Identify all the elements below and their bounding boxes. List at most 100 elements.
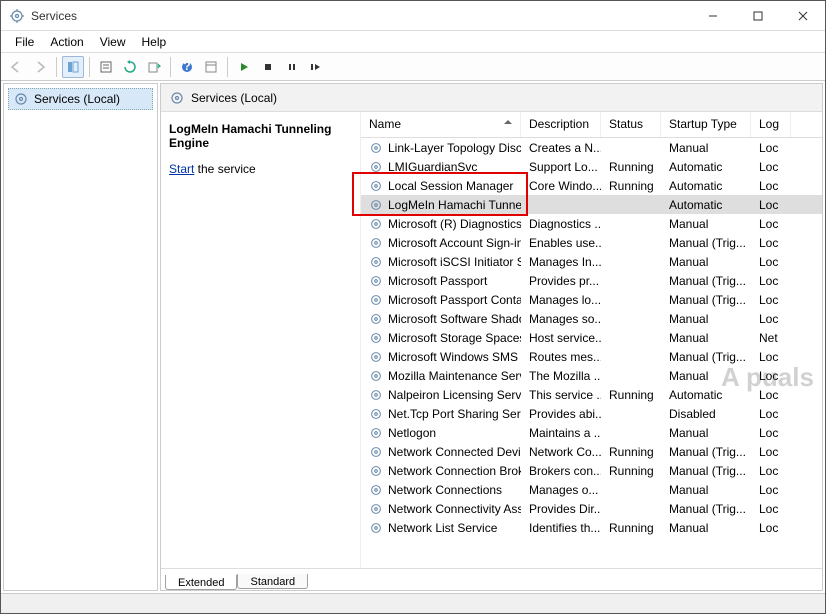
service-desc: Diagnostics ... xyxy=(521,216,601,232)
table-row[interactable]: LMIGuardianSvcSupport Lo...RunningAutoma… xyxy=(361,157,822,176)
start-service-button[interactable] xyxy=(233,56,255,78)
service-logon: Loc xyxy=(751,520,791,536)
gear-icon xyxy=(369,350,383,364)
toolbar-separator xyxy=(227,57,228,77)
service-name: Microsoft Software Shadow... xyxy=(388,312,521,326)
service-name: Network Connected Device... xyxy=(388,445,521,459)
table-row[interactable]: Microsoft Account Sign-in ...Enables use… xyxy=(361,233,822,252)
tab-standard[interactable]: Standard xyxy=(237,574,308,589)
service-startup: Manual (Trig... xyxy=(661,273,751,289)
restart-service-button[interactable] xyxy=(305,56,327,78)
table-row[interactable]: Microsoft PassportProvides pr...Manual (… xyxy=(361,271,822,290)
gear-icon xyxy=(369,198,383,212)
service-name: Network List Service xyxy=(388,521,497,535)
nav-services-local[interactable]: Services (Local) xyxy=(8,88,153,110)
service-status xyxy=(601,242,661,244)
table-row[interactable]: NetlogonMaintains a ...ManualLoc xyxy=(361,423,822,442)
close-button[interactable] xyxy=(780,1,825,30)
service-desc: Manages o... xyxy=(521,482,601,498)
show-hide-tree-button[interactable] xyxy=(62,56,84,78)
service-logon: Loc xyxy=(751,368,791,384)
service-status xyxy=(601,204,661,206)
menu-view[interactable]: View xyxy=(92,33,134,51)
service-logon: Net xyxy=(751,330,791,346)
table-row[interactable]: Local Session ManagerCore Windo...Runnin… xyxy=(361,176,822,195)
toolbar-separator xyxy=(170,57,171,77)
toolbar-separator xyxy=(89,57,90,77)
service-name: LMIGuardianSvc xyxy=(388,160,477,174)
properties-button[interactable] xyxy=(95,56,117,78)
gear-icon xyxy=(369,141,383,155)
gear-icon xyxy=(369,464,383,478)
table-row[interactable]: Microsoft iSCSI Initiator Ser...Manages … xyxy=(361,252,822,271)
service-logon: Loc xyxy=(751,140,791,156)
help-button[interactable]: ? xyxy=(176,56,198,78)
gear-icon xyxy=(369,445,383,459)
table-row[interactable]: Microsoft (R) Diagnostics H...Diagnostic… xyxy=(361,214,822,233)
table-row[interactable]: Net.Tcp Port Sharing ServiceProvides abi… xyxy=(361,404,822,423)
minimize-button[interactable] xyxy=(690,1,735,30)
refresh-button[interactable] xyxy=(119,56,141,78)
service-name: Nalpeiron Licensing Service xyxy=(388,388,521,402)
service-startup: Manual xyxy=(661,425,751,441)
col-description[interactable]: Description xyxy=(521,112,601,137)
window-title: Services xyxy=(31,9,690,23)
menu-action[interactable]: Action xyxy=(42,33,91,51)
service-status xyxy=(601,318,661,320)
service-status xyxy=(601,337,661,339)
service-status: Running xyxy=(601,520,661,536)
service-desc: The Mozilla ... xyxy=(521,368,601,384)
table-row[interactable]: Network Connection BrokerBrokers con...R… xyxy=(361,461,822,480)
service-status xyxy=(601,299,661,301)
service-desc: Core Windo... xyxy=(521,178,601,194)
table-row[interactable]: Network ConnectionsManages o...ManualLoc xyxy=(361,480,822,499)
table-row[interactable]: Microsoft Software Shadow...Manages so..… xyxy=(361,309,822,328)
table-row[interactable]: Network List ServiceIdentifies th...Runn… xyxy=(361,518,822,537)
col-startup[interactable]: Startup Type xyxy=(661,112,751,137)
service-desc: Provides pr... xyxy=(521,273,601,289)
table-row[interactable]: Network Connectivity Assis...Provides Di… xyxy=(361,499,822,518)
service-logon: Loc xyxy=(751,463,791,479)
service-name: Local Session Manager xyxy=(388,179,513,193)
gear-icon xyxy=(369,312,383,326)
back-button[interactable] xyxy=(5,56,27,78)
table-row[interactable]: Nalpeiron Licensing ServiceThis service … xyxy=(361,385,822,404)
tab-extended[interactable]: Extended xyxy=(165,575,237,590)
table-row[interactable]: Link-Layer Topology Discov...Creates a N… xyxy=(361,138,822,157)
service-startup: Manual (Trig... xyxy=(661,501,751,517)
service-status xyxy=(601,508,661,510)
titlebar: Services xyxy=(1,1,825,31)
service-desc xyxy=(521,204,601,206)
forward-button[interactable] xyxy=(29,56,51,78)
col-logon[interactable]: Log xyxy=(751,112,791,137)
service-startup: Automatic xyxy=(661,178,751,194)
table-row[interactable]: LogMeIn Hamachi Tunneli...AutomaticLoc xyxy=(361,195,822,214)
gear-icon xyxy=(369,217,383,231)
table-row[interactable]: Network Connected Device...Network Co...… xyxy=(361,442,822,461)
table-row[interactable]: Microsoft Storage Spaces S...Host servic… xyxy=(361,328,822,347)
table-row[interactable]: Mozilla Maintenance ServiceThe Mozilla .… xyxy=(361,366,822,385)
service-desc: Enables use... xyxy=(521,235,601,251)
gear-icon xyxy=(369,369,383,383)
service-status xyxy=(601,489,661,491)
gear-icon xyxy=(13,91,29,107)
table-row[interactable]: Microsoft Windows SMS Ro...Routes mes...… xyxy=(361,347,822,366)
menu-help[interactable]: Help xyxy=(134,33,175,51)
maximize-button[interactable] xyxy=(735,1,780,30)
col-name[interactable]: Name xyxy=(361,112,521,137)
service-name: Network Connection Broker xyxy=(388,464,521,478)
columns-button[interactable] xyxy=(200,56,222,78)
selected-service-name: LogMeIn Hamachi Tunneling Engine xyxy=(169,122,352,150)
pause-service-button[interactable] xyxy=(281,56,303,78)
col-status[interactable]: Status xyxy=(601,112,661,137)
start-link[interactable]: Start xyxy=(169,162,194,176)
service-logon: Loc xyxy=(751,197,791,213)
table-row[interactable]: Microsoft Passport ContainerManages lo..… xyxy=(361,290,822,309)
menu-file[interactable]: File xyxy=(7,33,42,51)
list-rows[interactable]: Link-Layer Topology Discov...Creates a N… xyxy=(361,138,822,568)
stop-service-button[interactable] xyxy=(257,56,279,78)
gear-icon xyxy=(369,483,383,497)
toolbar: ? xyxy=(1,53,825,81)
service-name: Microsoft Storage Spaces S... xyxy=(388,331,521,345)
export-button[interactable] xyxy=(143,56,165,78)
